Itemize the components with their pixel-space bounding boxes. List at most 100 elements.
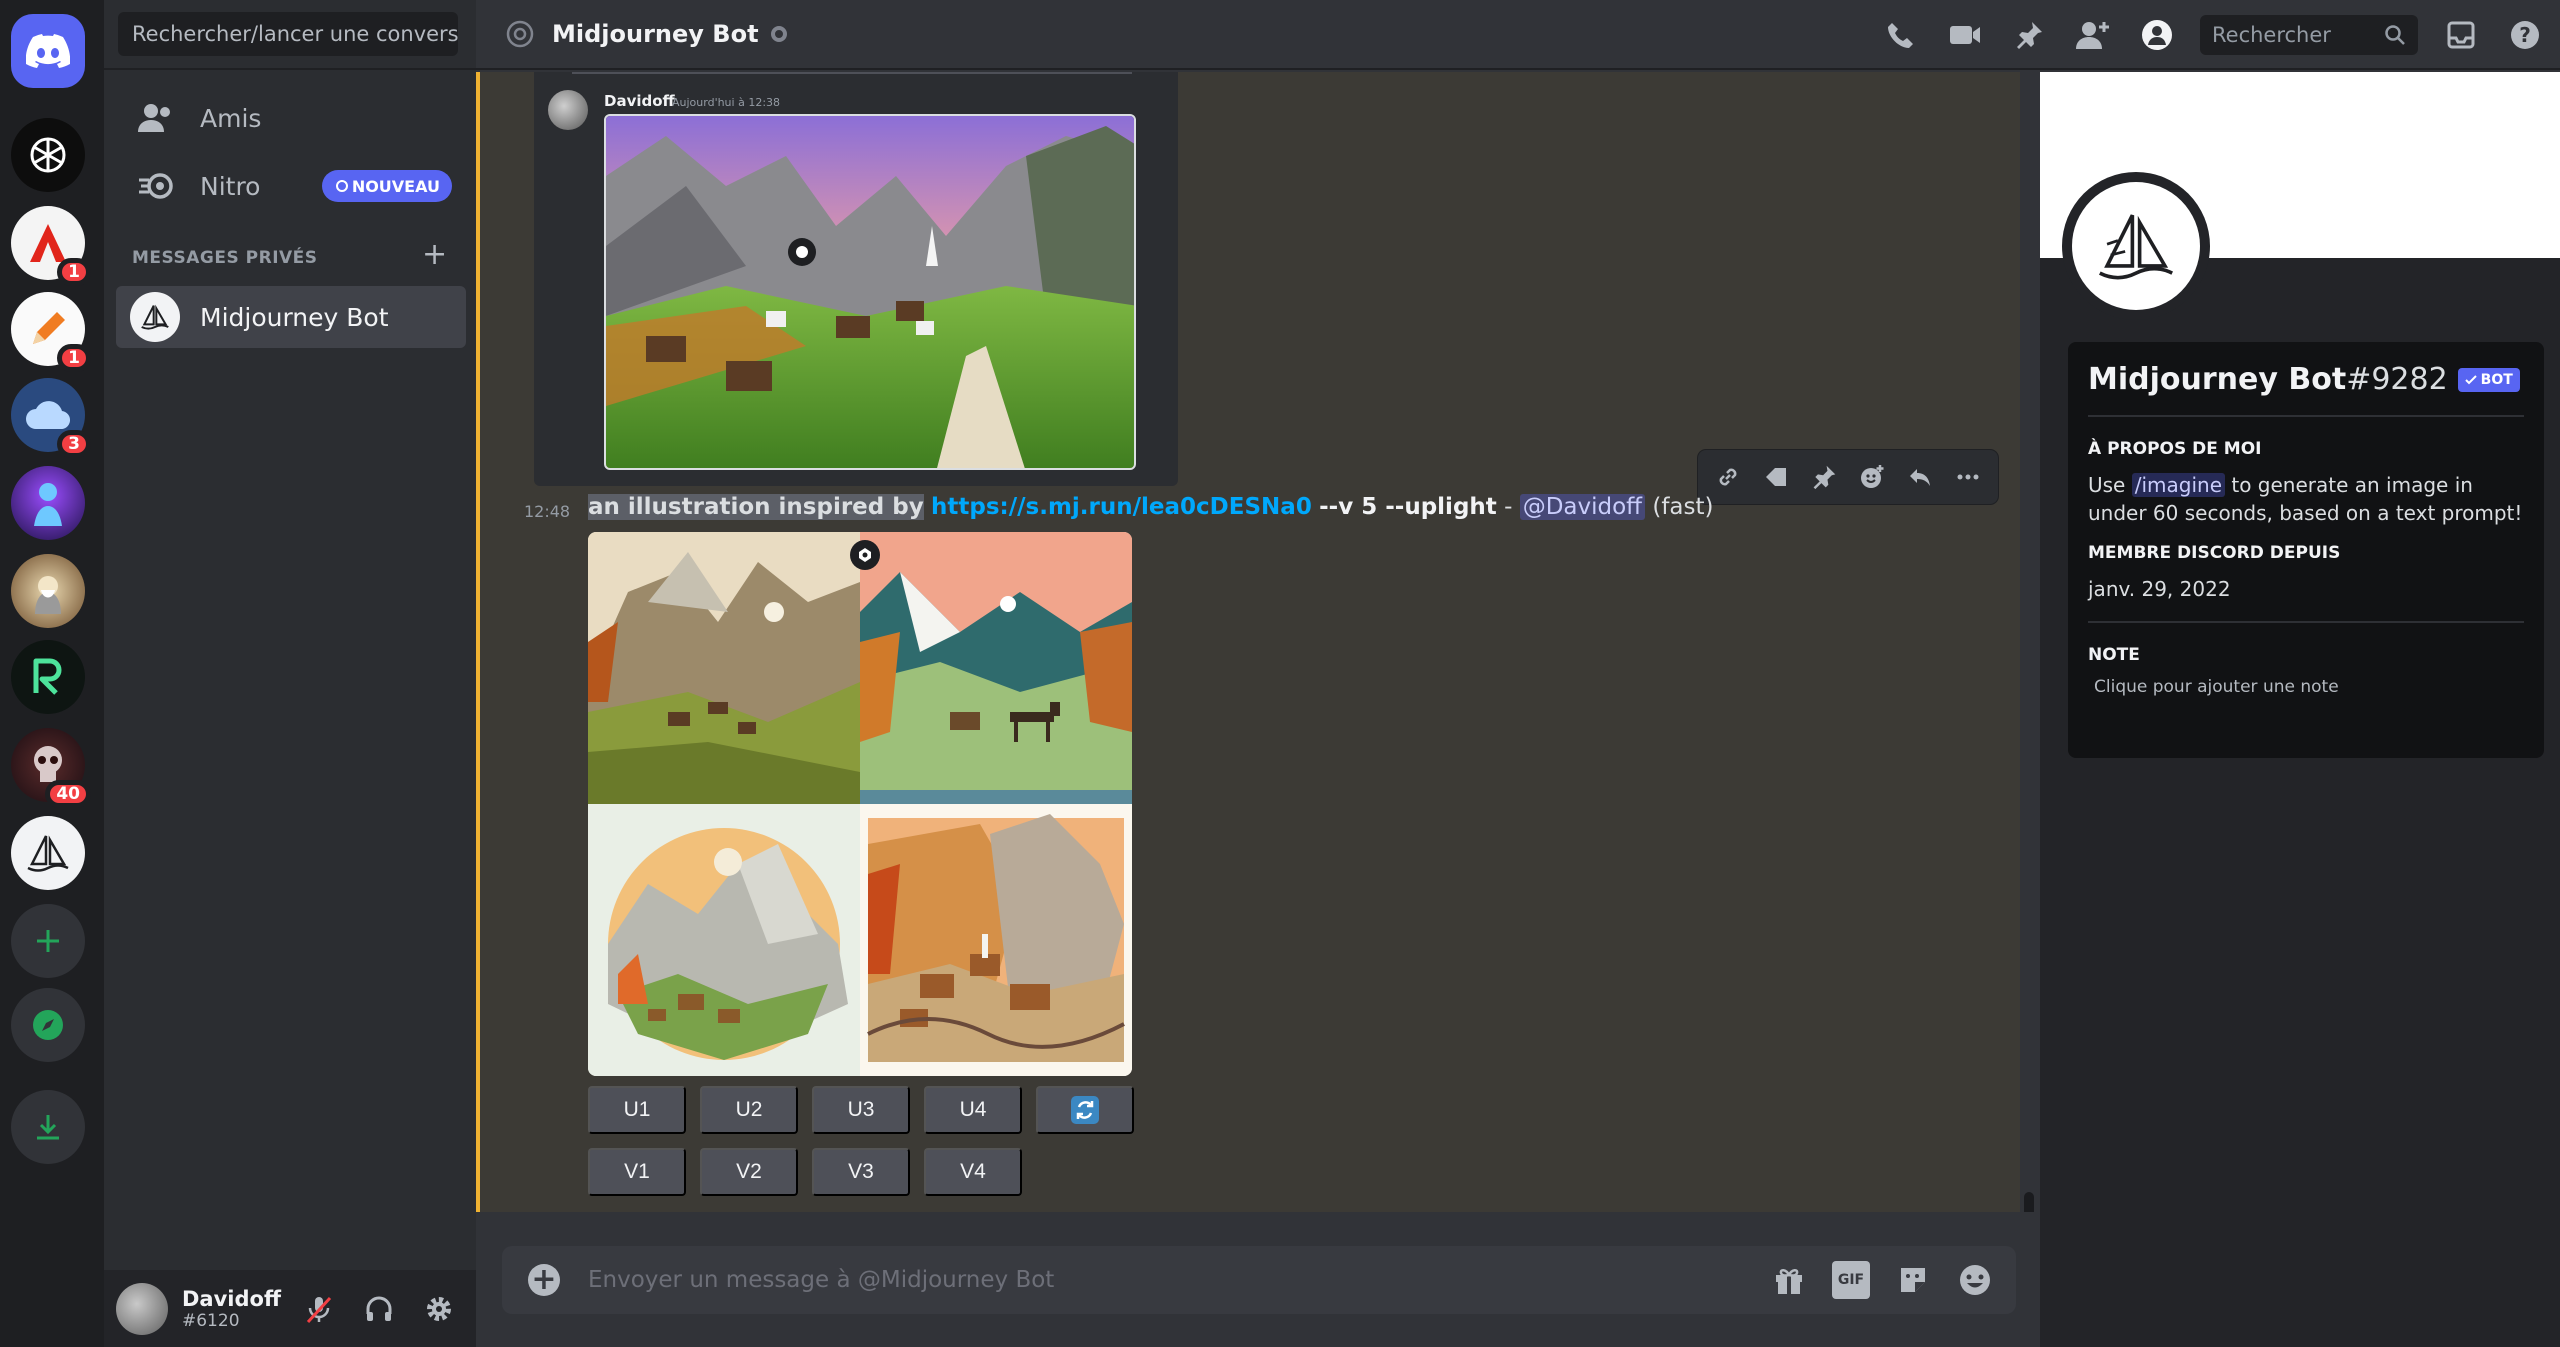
generated-image-grid[interactable]	[588, 532, 1132, 1076]
message-timestamp: 12:48	[524, 502, 571, 521]
message-timestamp: Aujourd'hui à 12:38	[672, 96, 781, 109]
search-icon	[2385, 25, 2405, 45]
help-button[interactable]: ?	[2504, 14, 2546, 56]
user-avatar[interactable]	[116, 1282, 168, 1335]
find-conversation-button[interactable]: Rechercher/lancer une conversa...	[118, 12, 458, 56]
search-input[interactable]: Rechercher	[2200, 15, 2418, 55]
server-skull[interactable]: 40	[11, 728, 91, 808]
server-wizard[interactable]	[11, 554, 85, 628]
compass-icon	[33, 1010, 63, 1040]
friends-nav-item[interactable]: Amis	[116, 88, 466, 148]
message-input[interactable]: Envoyer un message à @Midjourney Bot	[588, 1267, 1770, 1293]
discord-home-button[interactable]	[11, 14, 85, 88]
refresh-icon	[1071, 1096, 1099, 1124]
member-since-date: janv. 29, 2022	[2088, 577, 2231, 601]
gif-picker-button[interactable]: GIF	[1832, 1261, 1870, 1299]
reroll-button[interactable]	[1036, 1086, 1134, 1134]
friends-icon	[136, 98, 176, 138]
emoji-picker-button[interactable]	[1956, 1261, 1994, 1299]
variation-2-button[interactable]: V2	[700, 1148, 798, 1196]
checkmark-icon	[2464, 374, 2477, 384]
mark-unread-button[interactable]	[1758, 459, 1794, 495]
at-icon	[502, 16, 538, 52]
wizard-icon	[35, 576, 61, 614]
search-placeholder: Rechercher	[2212, 23, 2331, 47]
cloud-icon	[26, 401, 71, 430]
prompt-link[interactable]: https://s.mj.run/lea0cDESNa0	[931, 494, 1312, 520]
pin-icon	[2017, 22, 2042, 49]
video-call-button[interactable]	[1944, 14, 1986, 56]
add-server-button[interactable]	[11, 904, 85, 978]
sticker-picker-button[interactable]	[1894, 1261, 1932, 1299]
scrollbar[interactable]	[2024, 1192, 2034, 1212]
divider	[572, 72, 1132, 74]
server-cloud[interactable]: 3	[11, 378, 91, 458]
nitro-icon	[136, 166, 176, 206]
unread-badge: 3	[57, 430, 91, 458]
openai-logo-icon	[30, 137, 66, 173]
upscale-3-button[interactable]: U3	[812, 1086, 910, 1134]
help-icon: ?	[2511, 21, 2539, 49]
profile-avatar[interactable]	[2062, 172, 2210, 320]
download-apps-button[interactable]	[11, 1090, 85, 1164]
deafen-button[interactable]	[360, 1290, 398, 1328]
create-dm-button[interactable]: +	[422, 240, 447, 270]
tag-icon	[1766, 468, 1786, 486]
server-midjourney[interactable]	[11, 816, 85, 890]
note-input[interactable]: Clique pour ajouter une note	[2088, 677, 2524, 697]
gif-icon: GIF	[1832, 1261, 1870, 1299]
nitro-nav-item[interactable]: Nitro NOUVEAU	[116, 156, 466, 216]
user-settings-button[interactable]	[420, 1290, 458, 1328]
upload-button[interactable]: +	[528, 1264, 560, 1296]
svg-text:?: ?	[2519, 23, 2531, 47]
user-panel: Davidoff #6120	[104, 1270, 476, 1347]
variation-1-button[interactable]: V1	[588, 1148, 686, 1196]
note-heading: NOTE	[2088, 645, 2140, 665]
server-pencil[interactable]: 1	[11, 292, 91, 372]
upscale-4-button[interactable]: U4	[924, 1086, 1022, 1134]
reply-icon	[1910, 469, 1930, 486]
page-title: Midjourney Bot	[552, 20, 759, 48]
server-r-logo[interactable]	[11, 640, 85, 714]
hide-user-profile-button[interactable]	[2136, 14, 2178, 56]
inbox-button[interactable]	[2440, 14, 2482, 56]
status-indicator	[770, 26, 787, 42]
message-list[interactable]: Davidoff Aujourd'hui à 12:38 12:48 an il…	[476, 72, 2040, 1212]
server-rail: 1 1 3 40	[0, 0, 104, 1347]
pin-message-button[interactable]	[1806, 459, 1842, 495]
copy-link-button[interactable]	[1710, 459, 1746, 495]
emoji-icon	[1960, 1265, 1990, 1295]
more-options-button[interactable]	[1950, 459, 1986, 495]
message-composer: + Envoyer un message à @Midjourney Bot G…	[502, 1246, 2016, 1314]
slash-command[interactable]: /imagine	[2131, 473, 2225, 497]
user-profile-panel: Midjourney Bot #9282 BOT À PROPOS DE MOI …	[2040, 72, 2560, 1347]
pinned-messages-button[interactable]	[2008, 14, 2050, 56]
server-neon-figure[interactable]	[11, 466, 85, 540]
user-mention[interactable]: @Davidoff	[1519, 494, 1646, 520]
reply-button[interactable]	[1902, 459, 1938, 495]
upscale-1-button[interactable]: U1	[588, 1086, 686, 1134]
server-adobe[interactable]: 1	[11, 206, 91, 286]
add-friends-to-dm-button[interactable]	[2072, 14, 2114, 56]
explore-servers-button[interactable]	[11, 988, 85, 1062]
prompt-parameters: --v 5 --uplight	[1319, 494, 1497, 520]
ellipsis-icon	[1957, 474, 1979, 480]
variation-3-button[interactable]: V3	[812, 1148, 910, 1196]
message-author-avatar[interactable]	[548, 90, 588, 130]
new-badge: NOUVEAU	[321, 170, 452, 202]
variation-4-button[interactable]: V4	[924, 1148, 1022, 1196]
upscale-2-button[interactable]: U2	[700, 1086, 798, 1134]
plus-icon	[37, 930, 59, 952]
message-image-attachment[interactable]	[604, 114, 1136, 470]
add-reaction-button[interactable]	[1854, 459, 1890, 495]
voice-call-button[interactable]	[1880, 14, 1922, 56]
divider	[104, 68, 476, 70]
dm-item-midjourney-bot[interactable]: Midjourney Bot	[116, 286, 466, 348]
username: Davidoff	[182, 1286, 281, 1311]
gift-button[interactable]	[1770, 1261, 1808, 1299]
server-openai[interactable]	[11, 118, 85, 192]
message-author[interactable]: Davidoff	[604, 92, 675, 110]
grid-image-3	[588, 804, 860, 1076]
nitro-small-icon	[335, 180, 348, 192]
mute-mic-button[interactable]	[300, 1290, 338, 1328]
